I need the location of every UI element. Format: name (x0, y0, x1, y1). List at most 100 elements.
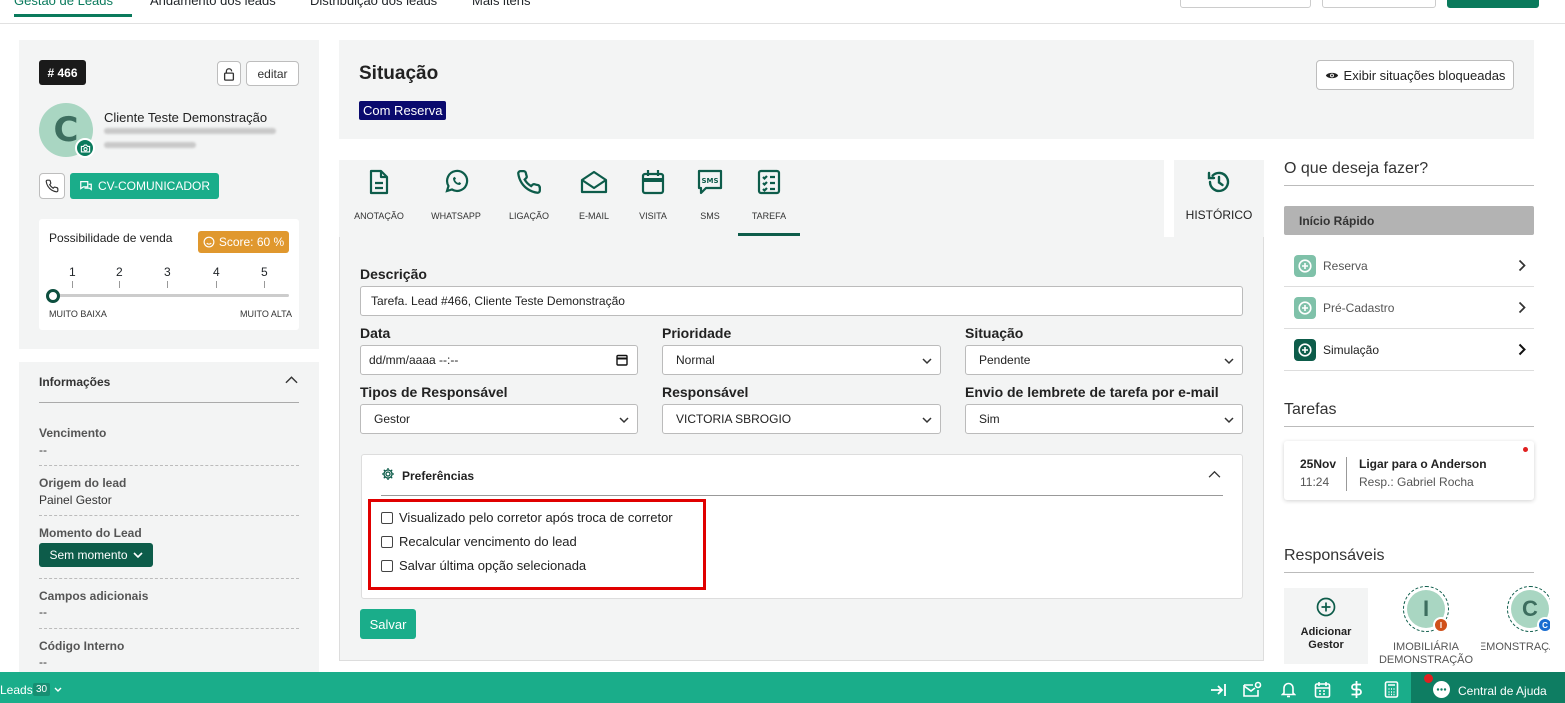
reminder-value: Sim (979, 412, 1000, 426)
dollar-icon[interactable] (1350, 680, 1363, 699)
tab-whatsapp[interactable]: WHATSAPP (421, 165, 491, 221)
action-pre-registration[interactable]: Pré-Cadastro (1284, 288, 1534, 328)
mail-settings-icon[interactable] (1242, 681, 1262, 698)
info-value-code: -- (39, 655, 47, 669)
sale-chance-slider-track[interactable] (49, 294, 289, 297)
unlock-button[interactable] (217, 61, 241, 86)
lead-name: Cliente Teste Demonstração (104, 110, 268, 125)
scale-2: 2 (116, 265, 123, 279)
tab-task-label: TAREFA (751, 211, 787, 221)
unlock-icon (223, 67, 235, 81)
date-label: Data (360, 325, 391, 341)
status-badge: Com Reserva (359, 101, 447, 120)
footer-leads-label: Leads (0, 683, 33, 697)
task-divider (1346, 457, 1347, 491)
history-button[interactable]: HISTÓRICO (1174, 168, 1264, 222)
status-value: Pendente (979, 353, 1031, 367)
smile-icon (203, 236, 215, 248)
reminder-select[interactable]: Sim (965, 404, 1243, 434)
lead-email-redacted (104, 128, 276, 134)
responsibles-divider (1284, 572, 1534, 573)
chevron-down-icon (619, 417, 629, 424)
tick-5 (264, 281, 265, 288)
page-size-select[interactable]: 30 (33, 682, 65, 697)
tab-call[interactable]: LIGAÇÃO (494, 165, 564, 221)
tab-annotation[interactable]: ANOTAÇÃO (344, 165, 414, 221)
collapse-right-icon[interactable] (1210, 683, 1227, 697)
status-label: Situação (965, 325, 1024, 341)
document-icon (369, 169, 389, 195)
responsible-select[interactable]: VICTORIA SBROGIO (662, 404, 941, 434)
plus-icon (1294, 297, 1316, 319)
sms-icon: SMS (697, 169, 723, 195)
top-button-2[interactable] (1322, 0, 1436, 8)
info-label-code: Código Interno (39, 639, 125, 653)
priority-select[interactable]: Normal (662, 345, 941, 375)
description-label: Descrição (360, 266, 427, 282)
action-reservation-label: Reserva (1323, 259, 1368, 273)
sale-chance-slider-handle[interactable] (46, 289, 60, 303)
scrollbar-track[interactable] (1550, 25, 1565, 672)
eye-icon (1325, 72, 1338, 78)
bell-icon[interactable] (1281, 681, 1296, 698)
nav-tab-lead-management[interactable]: Gestão de Leads (14, 0, 113, 8)
save-button[interactable]: Salvar (360, 609, 416, 639)
date-placeholder: dd/mm/aaaa --:-- (369, 353, 459, 367)
preferences-title: Preferências (402, 469, 475, 483)
action-divider (1284, 286, 1534, 287)
chevron-up-icon[interactable] (285, 375, 298, 385)
action-reservation[interactable]: Reserva (1284, 246, 1534, 286)
nav-tab-more[interactable]: Mais itens (472, 0, 531, 8)
chevron-right-icon (1518, 259, 1526, 272)
scale-5: 5 (261, 265, 268, 279)
situation-title: Situação (359, 63, 439, 84)
edit-button[interactable]: editar (246, 61, 299, 86)
tick-4 (216, 281, 217, 288)
tab-whatsapp-label: WHATSAPP (431, 211, 481, 221)
score-label: Score: 60 % (218, 235, 285, 249)
priority-value: Normal (676, 353, 715, 367)
nav-tab-lead-progress[interactable]: Andamento dos leads (150, 0, 276, 8)
nav-tab-lead-distribution[interactable]: Distribuição dos leads (310, 0, 437, 8)
tasks-title: Tarefas (1284, 401, 1337, 418)
role-badge: I (1433, 617, 1449, 633)
scale-4: 4 (213, 265, 220, 279)
tasks-divider (1284, 426, 1534, 427)
responsible-type-label: Tipos de Responsável (360, 384, 508, 400)
show-blocked-situations-button[interactable]: Exibir situações bloqueadas (1316, 60, 1514, 90)
phone-icon (45, 179, 59, 193)
info-separator (39, 578, 299, 579)
chevron-right-icon (1518, 301, 1526, 314)
calculator-icon[interactable] (1384, 681, 1399, 698)
calendar-icon (641, 170, 665, 195)
description-input[interactable]: Tarefa. Lead #466, Cliente Teste Demonst… (360, 286, 1243, 316)
action-pre-registration-label: Pré-Cadastro (1323, 301, 1395, 315)
lead-moment-dropdown[interactable]: Sem momento (39, 543, 153, 567)
action-simulation[interactable]: Simulação (1284, 330, 1534, 370)
top-button-1[interactable] (1180, 0, 1311, 8)
status-select[interactable]: Pendente (965, 345, 1243, 375)
chevron-down-icon (922, 417, 932, 424)
info-value-additional: -- (39, 605, 47, 619)
active-tab-indicator (14, 14, 132, 17)
help-center-label: Central de Ajuda (1458, 684, 1547, 698)
chevron-right-icon (1518, 343, 1526, 356)
top-button-primary[interactable] (1447, 0, 1539, 8)
date-input[interactable]: dd/mm/aaaa --:-- (360, 345, 638, 375)
info-title: Informações (39, 375, 111, 389)
tab-task[interactable]: TAREFA (734, 165, 804, 221)
change-photo-button[interactable] (75, 138, 95, 158)
cv-communicator-button[interactable]: CV-COMUNICADOR (70, 173, 219, 199)
svg-text:SMS: SMS (701, 177, 718, 185)
calendar-icon[interactable] (1314, 681, 1331, 698)
reminder-label: Envio de lembrete de tarefa por e-mail (965, 384, 1219, 400)
show-blocked-label: Exibir situações bloqueadas (1343, 67, 1506, 83)
responsible-type-select[interactable]: Gestor (360, 404, 638, 434)
info-separator (39, 465, 299, 466)
chevron-up-icon[interactable] (1208, 470, 1221, 479)
page-size-value: 30 (33, 683, 51, 696)
call-button[interactable] (39, 173, 65, 199)
responsible-label: Responsável (662, 384, 749, 400)
high-label: MUITO ALTA (240, 309, 293, 319)
sale-chance-title: Possibilidade de venda (49, 231, 173, 245)
